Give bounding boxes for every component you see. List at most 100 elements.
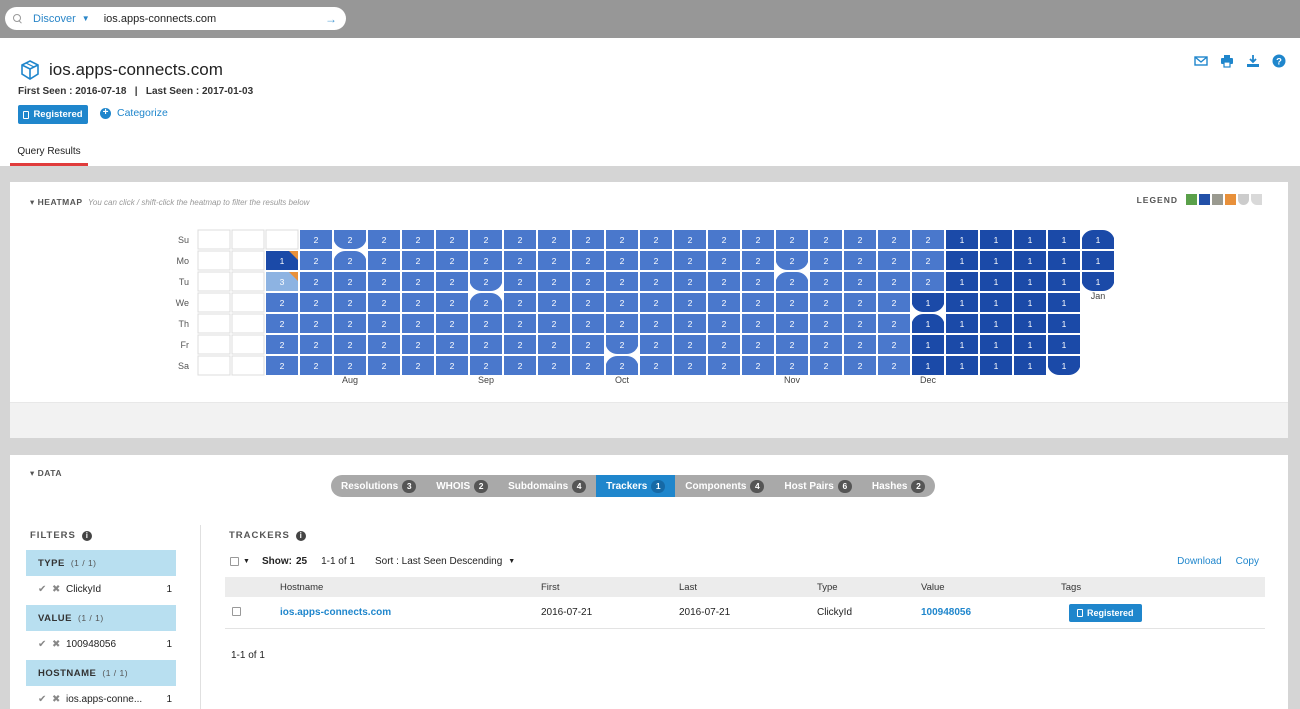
heatmap-cell-value: 2: [416, 319, 421, 329]
heatmap-cell[interactable]: [197, 334, 231, 355]
heatmap-cell[interactable]: [265, 229, 299, 250]
heatmap-cell[interactable]: [231, 292, 265, 313]
heatmap-cell-value: 2: [722, 256, 727, 266]
filter-group-header[interactable]: HOSTNAME (1 / 1): [26, 660, 176, 686]
tab-resolutions[interactable]: Resolutions 3: [331, 475, 426, 497]
heatmap-cell[interactable]: [197, 292, 231, 313]
heatmap-cell-value: 1: [1028, 319, 1033, 329]
column-header[interactable]: Hostname: [280, 582, 541, 593]
heatmap-cell-value: 2: [790, 235, 795, 245]
heatmap-cell-value: 1: [1062, 277, 1067, 287]
page-header: ios.apps-connects.com First Seen : 2016-…: [0, 38, 1300, 166]
check-icon[interactable]: ✔: [38, 694, 52, 705]
tab-whois[interactable]: WHOIS 2: [426, 475, 498, 497]
registered-tag[interactable]: Registered: [1069, 603, 1142, 622]
mail-icon[interactable]: [1194, 54, 1208, 68]
tab-components[interactable]: Components 4: [675, 475, 774, 497]
filter-value: 100948056: [66, 638, 117, 650]
chevron-down-icon[interactable]: ▼: [243, 558, 250, 565]
filter-group-header[interactable]: TYPE (1 / 1): [26, 550, 176, 576]
heatmap-cell[interactable]: [197, 229, 231, 250]
heatmap-cell-value: 2: [314, 340, 319, 350]
heatmap-cell[interactable]: [197, 313, 231, 334]
column-header[interactable]: Tags: [1061, 582, 1265, 593]
info-icon[interactable]: i: [81, 530, 92, 541]
heatmap-cell-value: 2: [722, 319, 727, 329]
heatmap-cell-value: 2: [484, 361, 489, 371]
download-link[interactable]: Download: [1177, 556, 1221, 567]
heatmap-cell-value: 2: [348, 361, 353, 371]
sort-select[interactable]: Sort : Last Seen Descending: [375, 556, 502, 567]
arrow-right-icon[interactable]: →: [325, 12, 337, 26]
registered-badge[interactable]: Registered: [18, 105, 88, 124]
download-icon[interactable]: [1246, 54, 1260, 68]
filter-item[interactable]: ✔ ✖ ios.apps-conne... 1: [26, 686, 176, 709]
trackers-heading: TRACKERS i: [229, 530, 306, 541]
column-header[interactable]: Value: [921, 582, 1061, 593]
hostname-link[interactable]: ios.apps-connects.com: [280, 607, 541, 618]
heatmap-cell[interactable]: [197, 271, 231, 292]
column-header[interactable]: Type: [817, 582, 921, 593]
copy-link[interactable]: Copy: [1236, 556, 1259, 567]
heatmap-cell[interactable]: [231, 271, 265, 292]
page-size-select[interactable]: 25: [296, 556, 307, 567]
tab-label: Host Pairs: [784, 480, 834, 492]
filter-group-header[interactable]: VALUE (1 / 1): [26, 605, 176, 631]
heatmap-cell-value: 2: [688, 340, 693, 350]
filter-group-name: HOSTNAME: [38, 667, 97, 679]
tab-subdomains[interactable]: Subdomains 4: [498, 475, 596, 497]
heatmap-cell[interactable]: [197, 250, 231, 271]
row-checkbox[interactable]: [232, 606, 241, 616]
month-label: Sep: [478, 375, 494, 385]
heatmap-cell-value: 2: [858, 256, 863, 266]
heatmap-cell[interactable]: [231, 334, 265, 355]
data-section-toggle[interactable]: ▾ DATA: [30, 468, 62, 479]
heatmap-cell-value: 2: [518, 298, 523, 308]
day-label: Th: [178, 319, 189, 329]
info-icon[interactable]: i: [295, 530, 306, 541]
heatmap-cell-value: 1: [994, 277, 999, 287]
scope-dropdown[interactable]: Discover: [33, 13, 76, 25]
tab-host-pairs[interactable]: Host Pairs 6: [774, 475, 861, 497]
check-icon[interactable]: ✔: [38, 584, 52, 595]
first-seen-cell: 2016-07-21: [541, 607, 593, 618]
heatmap-cell-value: 2: [756, 277, 761, 287]
heatmap-cell[interactable]: [231, 355, 265, 376]
close-icon[interactable]: ✖: [52, 639, 66, 650]
tab-count-badge: 6: [837, 479, 852, 493]
close-icon[interactable]: ✖: [52, 584, 66, 595]
print-icon[interactable]: [1220, 54, 1234, 68]
filter-item[interactable]: ✔ ✖ ClickyId 1: [26, 576, 176, 602]
heatmap-cell-value: 2: [552, 277, 557, 287]
column-header[interactable]: Last: [679, 582, 817, 593]
column-header[interactable]: First: [541, 582, 679, 593]
heatmap-cell-value: 2: [416, 277, 421, 287]
heatmap-cell[interactable]: [231, 313, 265, 334]
chevron-down-icon[interactable]: ▼: [508, 558, 515, 565]
filter-item[interactable]: ✔ ✖ 100948056 1: [26, 631, 176, 657]
heatmap-cell[interactable]: [231, 250, 265, 271]
heatmap-cell[interactable]: [231, 229, 265, 250]
heatmap-cell-value: 2: [858, 340, 863, 350]
tab-hashes[interactable]: Hashes 2: [862, 475, 936, 497]
help-icon[interactable]: ?: [1272, 54, 1286, 68]
close-icon[interactable]: ✖: [52, 694, 66, 705]
chevron-down-icon[interactable]: ▼: [82, 14, 90, 23]
tab-query-results[interactable]: Query Results: [10, 143, 88, 166]
heatmap-cell-value: 1: [960, 361, 965, 371]
search-box[interactable]: Discover ▼ ios.apps-connects.com →: [5, 7, 346, 30]
heatmap-cell-value: 2: [824, 361, 829, 371]
tab-count-badge: 4: [572, 479, 587, 493]
check-icon[interactable]: ✔: [38, 639, 52, 650]
heatmap-grid[interactable]: Su Mo Tu We Th Fr Sa 1 3 2 2 2 2 2 2 2 2 2 2 2 2 2 2 2 2 2 2 2 2 2 2 2 2…: [10, 182, 1288, 402]
heatmap-cell-value: 1: [926, 340, 931, 350]
heatmap-cell-value: 2: [722, 235, 727, 245]
select-all-checkbox[interactable]: [230, 557, 239, 566]
heatmap-cell[interactable]: [197, 355, 231, 376]
categorize-button[interactable]: + Categorize: [100, 107, 168, 119]
tab-trackers[interactable]: Trackers 1: [596, 475, 676, 497]
search-input[interactable]: ios.apps-connects.com: [104, 13, 325, 25]
value-link[interactable]: 100948056: [921, 607, 1061, 618]
heatmap-cell-value: 2: [416, 235, 421, 245]
heatmap-cell-value: 2: [382, 256, 387, 266]
